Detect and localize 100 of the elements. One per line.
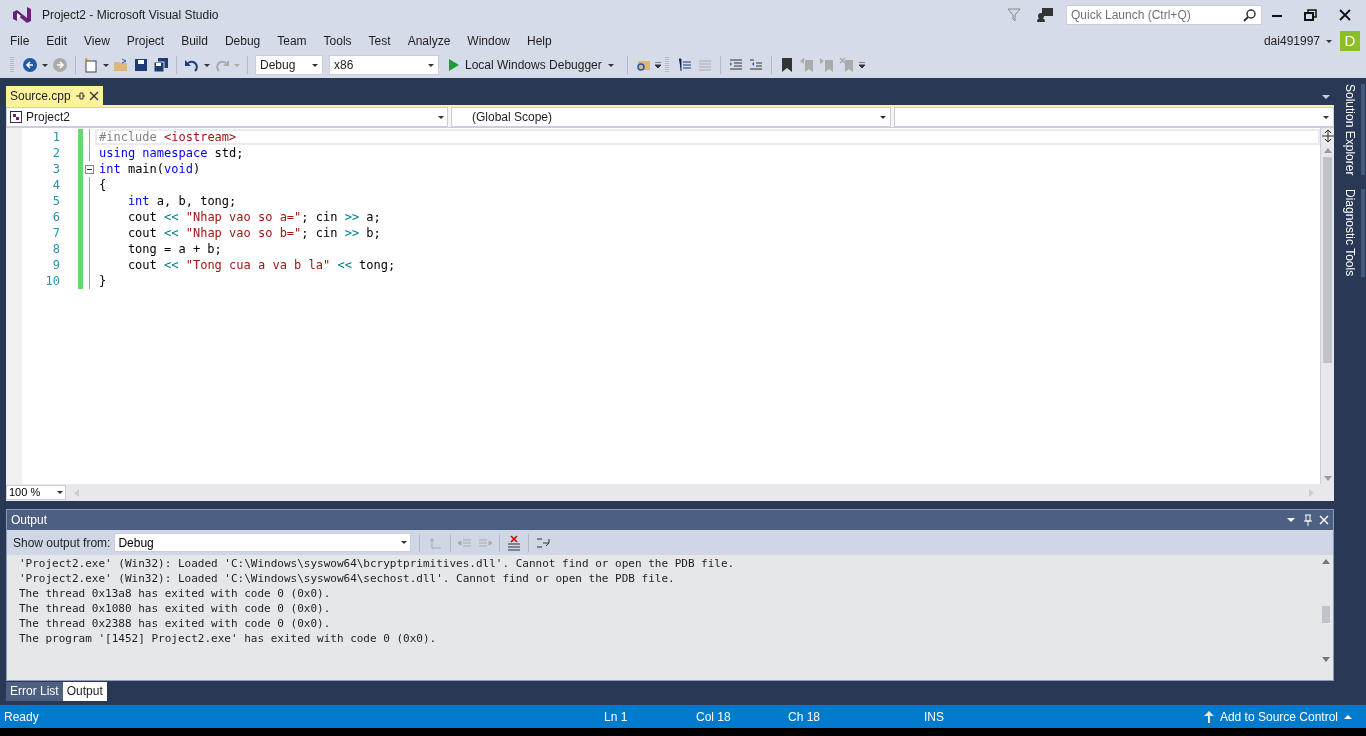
back-icon[interactable] — [22, 57, 38, 73]
panel-tab[interactable]: Error List — [6, 682, 63, 701]
toolbar-grip-icon — [10, 56, 14, 74]
quick-launch-field[interactable]: Quick Launch (Ctrl+Q) — [1066, 5, 1262, 25]
caret-icon[interactable] — [57, 491, 63, 494]
caret-icon[interactable] — [607, 63, 614, 67]
source-control-button[interactable]: Add to Source Control — [1203, 707, 1352, 726]
menu-item[interactable]: Tools — [317, 32, 358, 50]
code-line: cout << "Nhap vao so a="; cin >> a; — [126, 209, 382, 225]
window-title: Project2 - Microsoft Visual Studio — [42, 7, 219, 24]
code-line: tong = a + b; — [126, 241, 223, 257]
code-line: { — [98, 177, 108, 193]
line-number: 3 — [51, 161, 61, 177]
caret-icon[interactable] — [401, 541, 408, 544]
pin-icon[interactable] — [1303, 514, 1313, 526]
project-icon — [10, 111, 22, 123]
caret-icon[interactable] — [1326, 39, 1332, 43]
code-line: cout << "Nhap vao so b="; cin >> b; — [126, 225, 382, 241]
code-line: } — [98, 273, 108, 289]
line-indicator: Ln 1 — [604, 708, 629, 726]
insert-mode-indicator: INS — [924, 708, 944, 726]
caret-icon[interactable] — [428, 63, 434, 67]
side-panel-tab[interactable]: Diagnostic Tools — [1339, 189, 1365, 277]
code-line: cout << "Tong cua a va b la" << tong; — [126, 257, 397, 273]
bookmark-previous-icon — [798, 57, 815, 73]
column-indicator: Col 18 — [696, 708, 732, 726]
output-source-dropdown[interactable]: Debug — [114, 533, 412, 552]
caret-icon[interactable] — [103, 63, 109, 67]
menu-item[interactable]: Debug — [218, 32, 267, 50]
scrollbar-thumb[interactable] — [1322, 606, 1330, 623]
clear-all-icon[interactable] — [506, 534, 523, 551]
status-text: Ready — [4, 708, 40, 726]
output-line: 'Project2.exe' (Win32): Loaded 'C:\Windows\syswow64\sechost.dll'. Cannot find or open the PDB file. — [19, 571, 676, 586]
menu-item[interactable]: Analyze — [401, 32, 457, 50]
character-indicator: Ch 18 — [788, 708, 822, 726]
app-logo-icon — [10, 4, 32, 26]
configuration-dropdown[interactable]: Debug — [255, 55, 323, 75]
caret-up-icon — [1344, 714, 1352, 719]
account-name[interactable]: dai491997 — [1263, 32, 1320, 50]
caret-icon — [234, 63, 240, 67]
panel-tab[interactable]: Output — [62, 682, 107, 701]
line-number: 1 — [51, 129, 61, 145]
bookmark-next-icon — [818, 57, 835, 73]
caret-icon[interactable] — [1323, 115, 1329, 119]
panel-title: Output — [11, 512, 49, 529]
scope-dropdown[interactable]: (Global Scope) — [451, 107, 891, 127]
undo-icon[interactable] — [184, 57, 200, 73]
menu-item[interactable]: Edit — [40, 32, 74, 50]
comment-icon[interactable] — [676, 57, 693, 73]
code-line: using namespace std; — [98, 145, 245, 161]
menu-item[interactable]: File — [4, 32, 36, 50]
menu-item[interactable]: View — [78, 32, 116, 50]
overflow-icon[interactable] — [858, 62, 865, 68]
start-debugging-button[interactable]: Local Windows Debugger — [443, 54, 620, 76]
caret-icon[interactable] — [880, 115, 886, 119]
split-icon[interactable] — [1321, 130, 1334, 142]
line-number: 4 — [51, 177, 61, 193]
zoom-dropdown[interactable]: 100 % — [6, 485, 66, 500]
caret-icon[interactable] — [204, 63, 210, 67]
toolbar-grip-icon — [664, 56, 669, 74]
output-line: The thread 0x2388 has exited with code 0 (0x0). — [19, 616, 332, 631]
collapse-icon[interactable] — [84, 164, 94, 174]
scrollbar-thumb[interactable] — [1323, 157, 1332, 363]
output-line: The thread 0x1080 has exited with code 0 (0x0). — [19, 601, 332, 616]
document-tab[interactable]: Source.cpp — [6, 86, 103, 105]
search-icon[interactable] — [1243, 8, 1257, 22]
menu-item[interactable]: Project — [120, 32, 171, 50]
show-output-label: Show output from: — [13, 534, 111, 552]
feedback-icon[interactable] — [1036, 7, 1054, 23]
scroll-down-icon[interactable] — [1322, 657, 1330, 662]
caret-icon[interactable] — [312, 63, 318, 67]
caret-icon[interactable] — [438, 115, 444, 119]
code-line: int main(void) — [98, 161, 202, 177]
side-panel-tab[interactable]: Solution Explorer — [1339, 84, 1365, 176]
platform-dropdown[interactable]: x86 — [329, 55, 439, 75]
overflow-icon[interactable] — [654, 62, 661, 68]
caret-icon[interactable] — [42, 63, 48, 67]
project-dropdown[interactable]: Project2 — [6, 107, 448, 127]
menu-item[interactable]: Build — [175, 32, 214, 50]
caret-icon[interactable] — [1287, 518, 1295, 522]
save-icon[interactable] — [133, 57, 149, 73]
bookmark-clear-icon — [838, 57, 855, 73]
close-icon[interactable] — [88, 90, 99, 101]
menu-item[interactable]: Help — [521, 32, 558, 50]
menu-item[interactable]: Window — [461, 32, 516, 50]
scroll-up-icon[interactable] — [1322, 559, 1330, 564]
pin-icon[interactable] — [74, 90, 85, 101]
caret-icon[interactable] — [1322, 95, 1330, 99]
output-line: 'Project2.exe' (Win32): Loaded 'C:\Windows\syswow64\bcryptprimitives.dll'. Cannot find or open the PDB file. — [19, 556, 736, 571]
forward-icon — [52, 57, 68, 73]
menu-item[interactable]: Team — [271, 32, 313, 50]
code-line: int a, b, tong; — [126, 193, 238, 209]
indent-icon[interactable] — [727, 57, 744, 73]
line-number: 6 — [51, 209, 61, 225]
output-line: The thread 0x13a8 has exited with code 0 (0x0). — [19, 586, 332, 601]
line-number: 9 — [51, 257, 61, 273]
line-number: 5 — [51, 193, 61, 209]
save-all-icon[interactable] — [153, 57, 169, 73]
menu-item[interactable]: Test — [362, 32, 397, 50]
outdent-icon[interactable] — [747, 57, 764, 73]
